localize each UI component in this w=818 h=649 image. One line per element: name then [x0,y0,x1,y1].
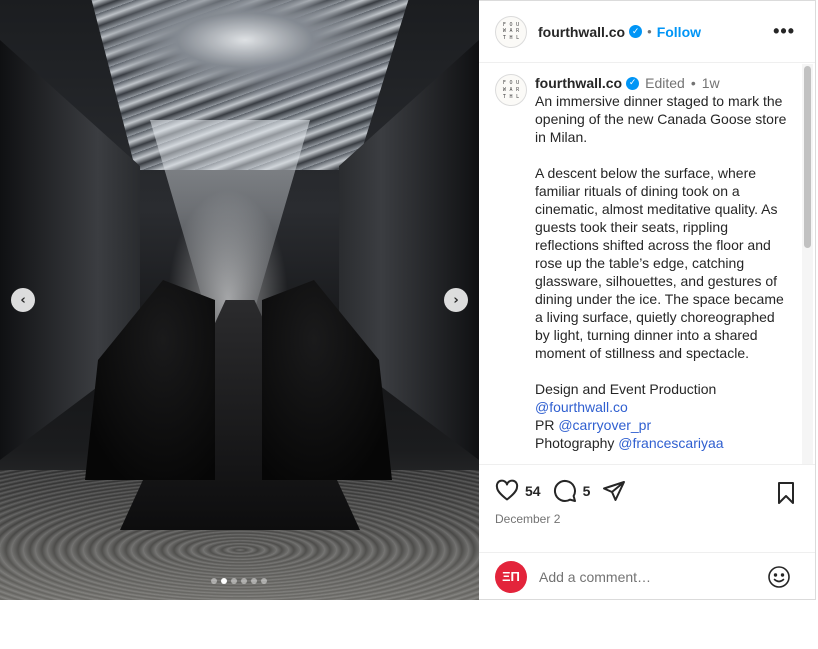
bookmark-icon [778,482,794,504]
share-button[interactable] [602,479,626,503]
slide-dot [241,578,247,584]
avatar-logo-letter: T [502,93,506,100]
credit-mention-link[interactable]: @carryover_pr [558,417,651,433]
separator-dot: • [647,24,652,39]
current-user-avatar[interactable]: ΞΠ [495,560,527,593]
avatar-logo-letter: A [509,86,513,93]
post-actions: 54 5 December 2 [479,464,815,552]
caption: FOU WAR THL fourthwall.co ✓ Edited • 1w An… [495,74,803,452]
more-options-icon[interactable]: ••• [773,21,795,42]
avatar-logo-letter: F [502,21,506,28]
verified-badge-icon: ✓ [629,25,643,38]
caption-author-avatar[interactable]: FOU WAR THL [495,74,527,106]
post-media[interactable]: ‹ › [0,0,479,600]
separator-dot: • [690,75,696,91]
save-button[interactable] [775,481,797,510]
avatar-logo-letter: W [502,86,506,93]
avatar-logo-letter: L [516,35,520,42]
avatar-logo-letter: L [516,93,520,100]
post-header: FOU WAR THL fourthwall.co ✓ • Follow ••• [479,1,815,63]
credit-line: Design and Event Production [535,380,787,398]
credit-line: @fourthwall.co [535,398,787,416]
post-details-panel: FOUWARTHL fourthwall.co ✓ • Follow ••• F… [479,0,816,600]
credit-role: Photography [535,435,615,451]
chevron-right-icon: › [453,292,459,308]
avatar-logo-letter: R [516,28,520,35]
edited-label: Edited [645,75,685,91]
author-avatar[interactable]: FOU WAR THL [495,15,527,48]
author-username[interactable]: fourthwall.co [538,24,625,40]
avatar-logo-letter: R [516,86,520,93]
avatar-logo-letter: T [502,35,506,42]
scrollbar-thumb[interactable] [804,66,811,248]
comment-button[interactable]: 5 [553,479,603,503]
add-comment-bar: ΞΠ [479,552,815,600]
comment-input[interactable] [539,568,749,585]
smiley-icon [768,566,790,588]
verified-badge-icon: ✓ [626,76,640,90]
avatar-logo-letter: W [502,28,506,35]
emoji-button[interactable] [767,565,791,594]
like-button[interactable]: 54 [495,479,553,503]
avatar-logo-letter: A [509,28,513,35]
caption-username[interactable]: fourthwall.co [535,74,622,92]
avatar-logo-letter: U [516,80,520,87]
chevron-left-icon: ‹ [20,292,26,308]
slide-dot [251,578,257,584]
comment-icon [553,479,576,502]
credit-line: Photography @francescariyaa [535,434,787,452]
comment-count[interactable]: 5 [583,483,591,499]
slide-dot [261,578,267,584]
avatar-logo-letter: H [509,35,513,42]
credit-line: PR @carryover_pr [535,416,787,434]
avatar-logo-letter: F [502,80,506,87]
caption-credits: Design and Event Production @fourthwall.c… [535,380,787,452]
credit-role: PR [535,417,555,433]
credit-mention-link[interactable]: @francescariyaa [618,435,723,451]
follow-button[interactable]: Follow [657,24,701,40]
comments-scroll-area[interactable]: FOU WAR THL fourthwall.co ✓ Edited • 1w An… [479,64,803,464]
avatar-logo-letter: H [509,93,513,100]
post-time[interactable]: 1w [702,74,720,92]
next-slide-button[interactable]: › [444,288,468,312]
slide-indicator [211,578,267,584]
slide-dot [231,578,237,584]
slide-dot [221,578,227,584]
slide-dot [211,578,217,584]
comments-scrollbar[interactable] [802,64,813,464]
avatar-logo-letter: O [509,21,513,28]
caption-paragraph: A descent below the surface, where famil… [535,165,784,361]
post-date[interactable]: December 2 [495,512,560,526]
avatar-logo-letter: U [516,21,520,28]
like-count[interactable]: 54 [525,483,541,499]
previous-slide-button[interactable]: ‹ [11,288,35,312]
heart-icon [495,479,519,501]
credit-mention-link[interactable]: @fourthwall.co [535,399,628,415]
caption-paragraph: An immersive dinner staged to mark the o… [535,93,787,145]
share-icon [603,481,626,501]
credit-role: Design and Event Production [535,381,717,397]
avatar-logo-letter: O [509,80,513,87]
